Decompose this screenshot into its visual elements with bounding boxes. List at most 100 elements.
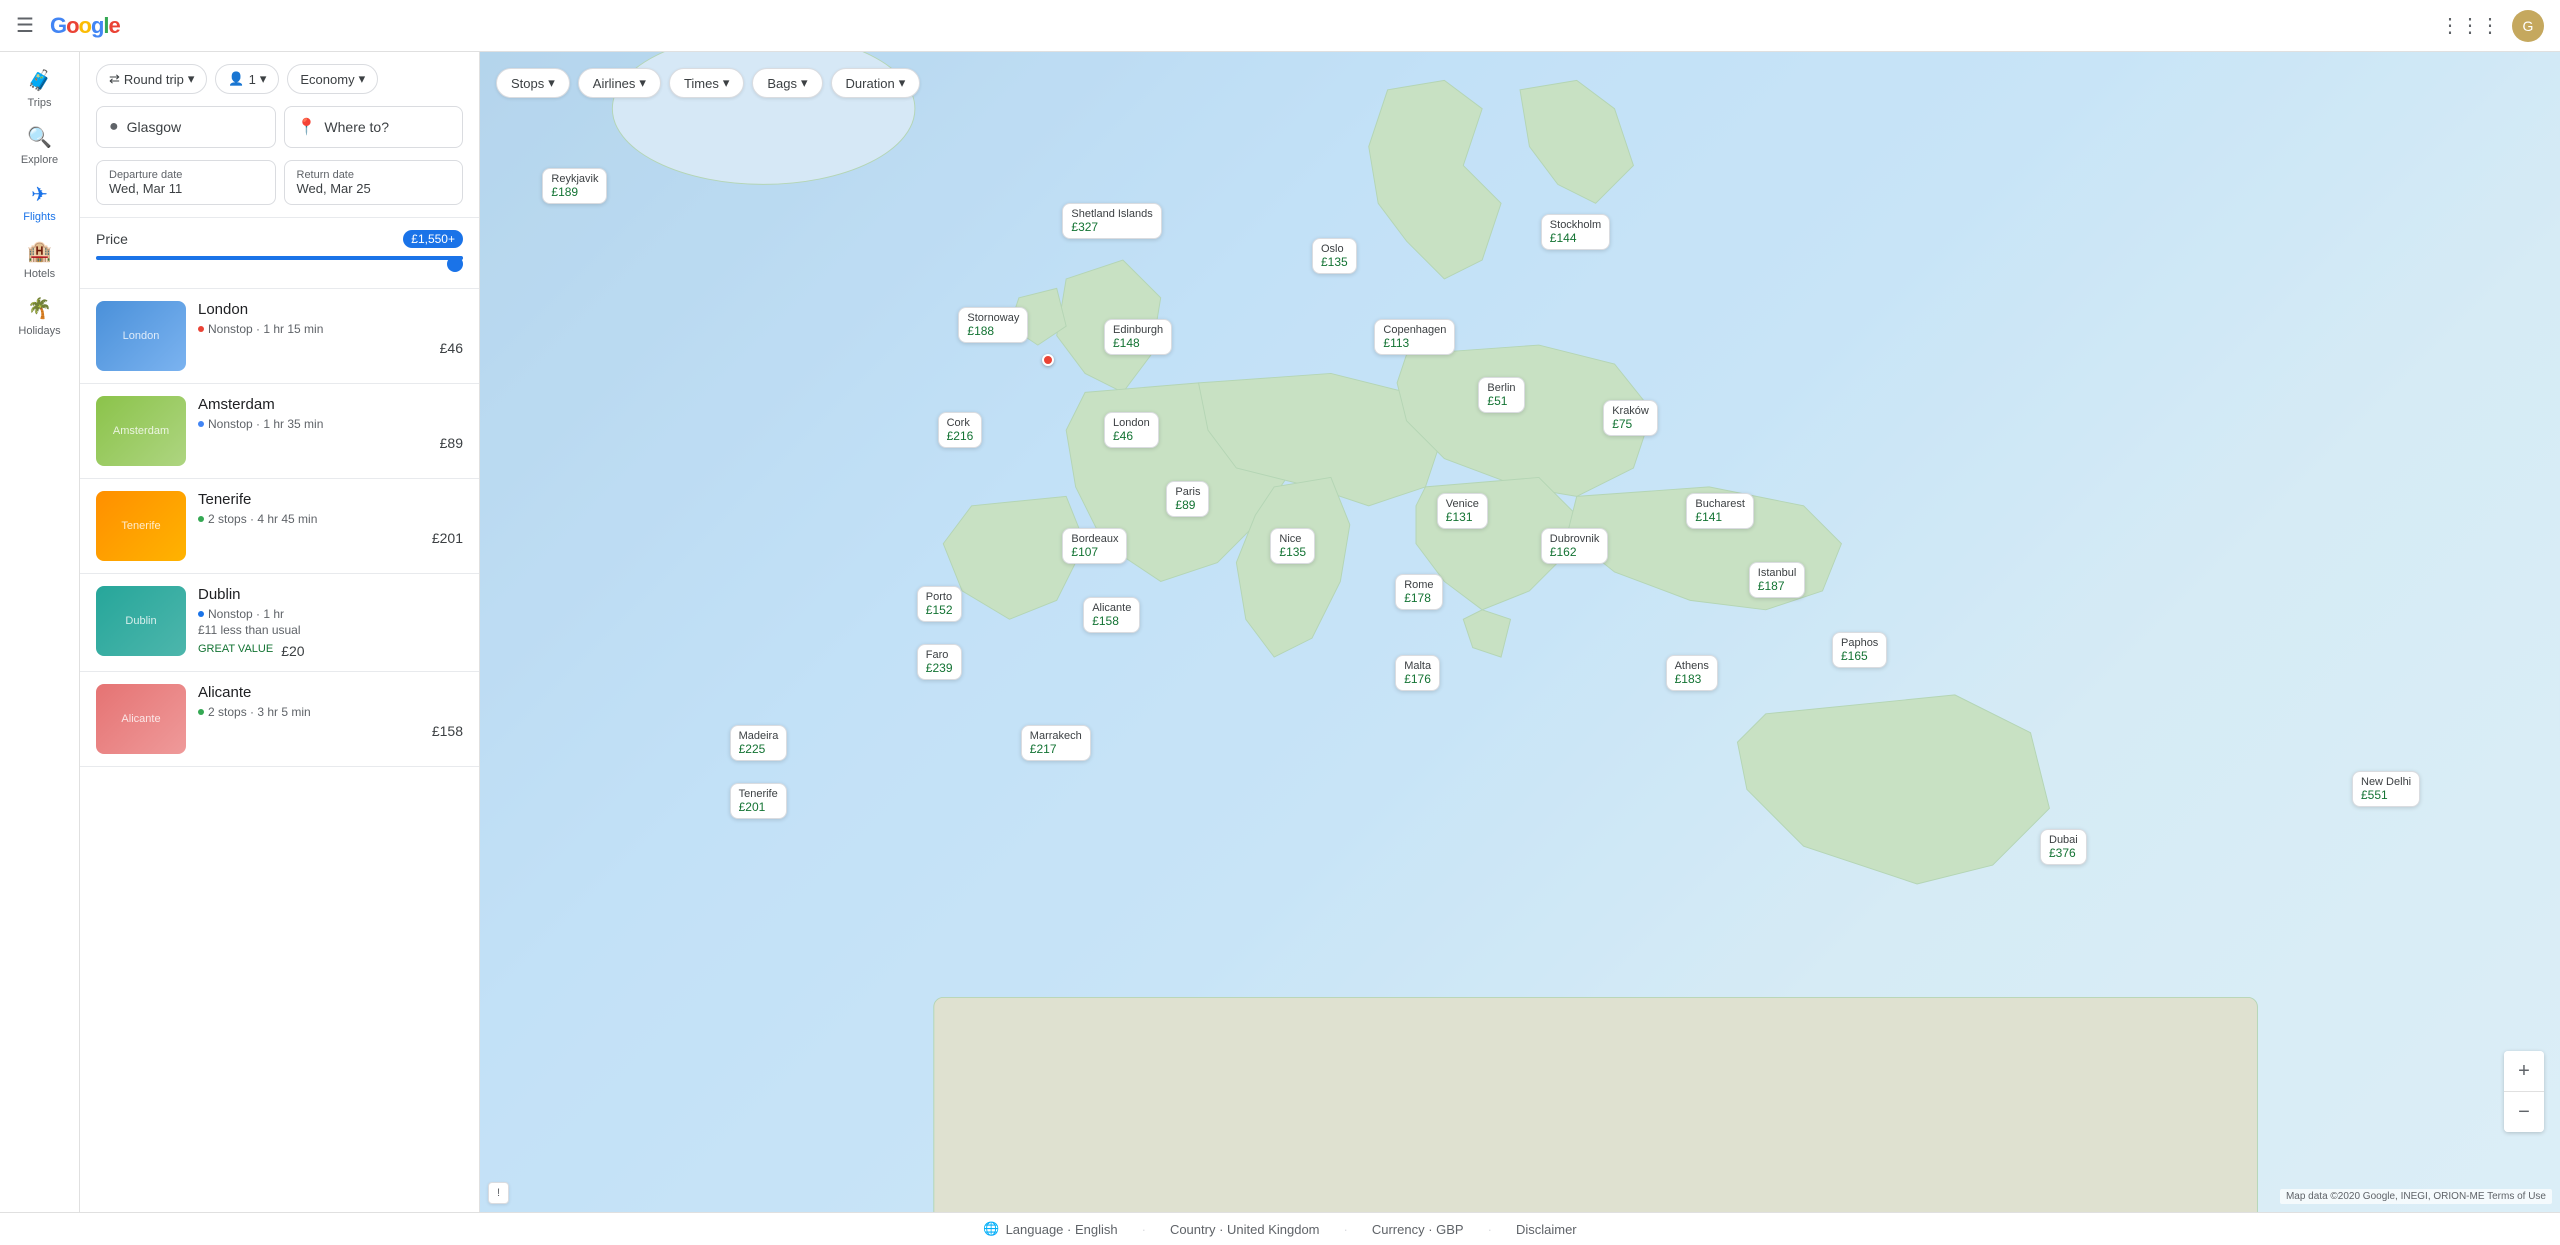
map-label-tenerife[interactable]: Tenerife £201 xyxy=(730,783,787,819)
airline-dot-london xyxy=(198,326,204,332)
map-label-city-porto: Porto xyxy=(926,591,953,603)
filter-stops-button[interactable]: Stops ▾ xyxy=(496,68,570,98)
from-field[interactable]: ● Glasgow xyxy=(96,106,276,148)
map-label-shetland[interactable]: Shetland Islands £327 xyxy=(1062,203,1161,239)
map-label-oslo[interactable]: Oslo £135 xyxy=(1312,238,1357,274)
departure-value: Wed, Mar 11 xyxy=(109,181,263,196)
map-label-city-alicante: Alicante xyxy=(1092,602,1131,614)
language-label: Language · English xyxy=(1006,1222,1118,1237)
map-label-dubrovnik[interactable]: Dubrovnik £162 xyxy=(1541,528,1609,564)
sidebar-item-holidays[interactable]: 🌴 Holidays xyxy=(0,288,79,345)
sidebar-item-explore[interactable]: 🔍 Explore xyxy=(0,117,79,174)
map-label-london[interactable]: London £46 xyxy=(1104,412,1159,448)
sidebar-item-trips[interactable]: 🧳 Trips xyxy=(0,60,79,117)
price-slider[interactable] xyxy=(96,256,463,276)
country-item[interactable]: Country · United Kingdom xyxy=(1170,1222,1320,1237)
passengers-button[interactable]: 👤 1 ▾ xyxy=(215,64,279,94)
map-label-istanbul[interactable]: Istanbul £187 xyxy=(1749,562,1806,598)
map-label-athens[interactable]: Athens £183 xyxy=(1666,655,1718,691)
flight-price-london: £46 xyxy=(198,340,463,356)
filter-airlines-button[interactable]: Airlines ▾ xyxy=(578,68,661,98)
filter-bags-button[interactable]: Bags ▾ xyxy=(752,68,822,98)
search-controls: ⇄ Round trip ▾ 👤 1 ▾ Economy ▾ ● Glasgow xyxy=(80,52,479,218)
map-label-porto[interactable]: Porto £152 xyxy=(917,586,962,622)
departure-date-field[interactable]: Departure date Wed, Mar 11 xyxy=(96,160,276,205)
slider-thumb[interactable] xyxy=(447,256,463,272)
zoom-controls: + − xyxy=(2504,1051,2544,1132)
avatar[interactable]: G xyxy=(2512,10,2544,42)
map-label-marrakech[interactable]: Marrakech £217 xyxy=(1021,725,1091,761)
map-label-city-marrakech: Marrakech xyxy=(1030,730,1082,742)
map-label-stockholm[interactable]: Stockholm £144 xyxy=(1541,214,1610,250)
map-label-paphos[interactable]: Paphos £165 xyxy=(1832,632,1887,668)
flight-price-tenerife: £201 xyxy=(198,530,463,546)
return-date-field[interactable]: Return date Wed, Mar 25 xyxy=(284,160,464,205)
map-label-madeira[interactable]: Madeira £225 xyxy=(730,725,788,761)
map-label-price-marrakech: £217 xyxy=(1030,742,1082,756)
hamburger-icon[interactable]: ☰ xyxy=(16,13,34,38)
great-value-badge-dublin: GREAT VALUE xyxy=(198,643,273,655)
disclaimer-item[interactable]: Disclaimer xyxy=(1516,1222,1577,1237)
map-label-rome[interactable]: Rome £178 xyxy=(1395,574,1442,610)
flight-name-dublin: Dublin xyxy=(198,586,463,603)
map-label-price-faro: £239 xyxy=(926,661,953,675)
map-label-bucharest[interactable]: Bucharest £141 xyxy=(1686,493,1754,529)
map-label-price-shetland: £327 xyxy=(1071,220,1152,234)
sidebar-item-flights[interactable]: ✈ Flights xyxy=(0,174,79,231)
map-label-price-venice: £131 xyxy=(1446,510,1479,524)
map-label-alicante[interactable]: Alicante £158 xyxy=(1083,597,1140,633)
map-label-nice[interactable]: Nice £135 xyxy=(1270,528,1315,564)
flight-stops-tenerife: 2 stops · 4 hr 45 min xyxy=(208,512,317,526)
flight-info-tenerife: Tenerife 2 stops · 4 hr 45 min £201 xyxy=(198,491,463,561)
flight-card-london[interactable]: London London Nonstop · 1 hr 15 min £46 xyxy=(80,289,479,384)
language-item[interactable]: 🌐 Language · English xyxy=(983,1221,1117,1237)
flight-image-alicante: Alicante xyxy=(96,684,186,754)
zoom-in-button[interactable]: + xyxy=(2504,1051,2544,1091)
flight-list: London London Nonstop · 1 hr 15 min £46 … xyxy=(80,289,479,1212)
map-label-malta[interactable]: Malta £176 xyxy=(1395,655,1440,691)
flight-card-dublin[interactable]: Dublin Dublin Nonstop · 1 hr £11 less th… xyxy=(80,574,479,672)
currency-item[interactable]: Currency · GBP xyxy=(1372,1222,1464,1237)
flight-card-amsterdam[interactable]: Amsterdam Amsterdam Nonstop · 1 hr 35 mi… xyxy=(80,384,479,479)
map-label-price-alicante: £158 xyxy=(1092,614,1131,628)
search-top-row: ⇄ Round trip ▾ 👤 1 ▾ Economy ▾ xyxy=(96,64,463,94)
flight-card-tenerife[interactable]: Tenerife Tenerife 2 stops · 4 hr 45 min … xyxy=(80,479,479,574)
map-label-price-berlin: £51 xyxy=(1487,394,1515,408)
sidebar-holidays-label: Holidays xyxy=(18,325,60,337)
map-label-stornoway[interactable]: Stornoway £188 xyxy=(958,307,1028,343)
flight-image-amsterdam: Amsterdam xyxy=(96,396,186,466)
flight-stops-london: Nonstop · 1 hr 15 min xyxy=(208,322,323,336)
map-label-cork[interactable]: Cork £216 xyxy=(938,412,983,448)
map-area: Stops ▾ Airlines ▾ Times ▾ Bags ▾ Durati… xyxy=(480,52,2560,1212)
map-label-price-copenhagen: £113 xyxy=(1383,336,1446,350)
airline-dot-dublin xyxy=(198,611,204,617)
feedback-button[interactable]: ! xyxy=(488,1182,509,1204)
sidebar-item-hotels[interactable]: 🏨 Hotels xyxy=(0,231,79,288)
apps-icon[interactable]: ⋮⋮⋮ xyxy=(2440,13,2500,38)
filter-times-button[interactable]: Times ▾ xyxy=(669,68,744,98)
map-label-bordeaux[interactable]: Bordeaux £107 xyxy=(1062,528,1127,564)
flight-stops-alicante: 2 stops · 3 hr 5 min xyxy=(208,705,311,719)
map-label-price-malta: £176 xyxy=(1404,672,1431,686)
to-field[interactable]: 📍 Where to? xyxy=(284,106,464,148)
map-label-price-cork: £216 xyxy=(947,429,974,443)
map-label-berlin[interactable]: Berlin £51 xyxy=(1478,377,1524,413)
map-label-dubai[interactable]: Dubai £376 xyxy=(2040,829,2087,865)
map-label-paris[interactable]: Paris £89 xyxy=(1166,481,1209,517)
zoom-out-button[interactable]: − xyxy=(2504,1092,2544,1132)
map-label-edinburgh[interactable]: Edinburgh £148 xyxy=(1104,319,1172,355)
flight-details-tenerife: 2 stops · 4 hr 45 min xyxy=(198,512,463,526)
class-button[interactable]: Economy ▾ xyxy=(287,64,378,94)
flight-price-dublin: £20 xyxy=(281,643,304,659)
flight-card-alicante[interactable]: Alicante Alicante 2 stops · 3 hr 5 min £… xyxy=(80,672,479,767)
map-label-city-madeira: Madeira xyxy=(739,730,779,742)
map-label-copenhagen[interactable]: Copenhagen £113 xyxy=(1374,319,1455,355)
map-label-krakow[interactable]: Kraków £75 xyxy=(1603,400,1658,436)
map-label-venice[interactable]: Venice £131 xyxy=(1437,493,1488,529)
map-label-price-rome: £178 xyxy=(1404,591,1433,605)
map-label-new-delhi[interactable]: New Delhi £551 xyxy=(2352,771,2420,807)
map-label-faro[interactable]: Faro £239 xyxy=(917,644,962,680)
trip-type-button[interactable]: ⇄ Round trip ▾ xyxy=(96,64,207,94)
filter-duration-button[interactable]: Duration ▾ xyxy=(831,68,921,98)
map-label-reykjavik[interactable]: Reykjavik £189 xyxy=(542,168,607,204)
